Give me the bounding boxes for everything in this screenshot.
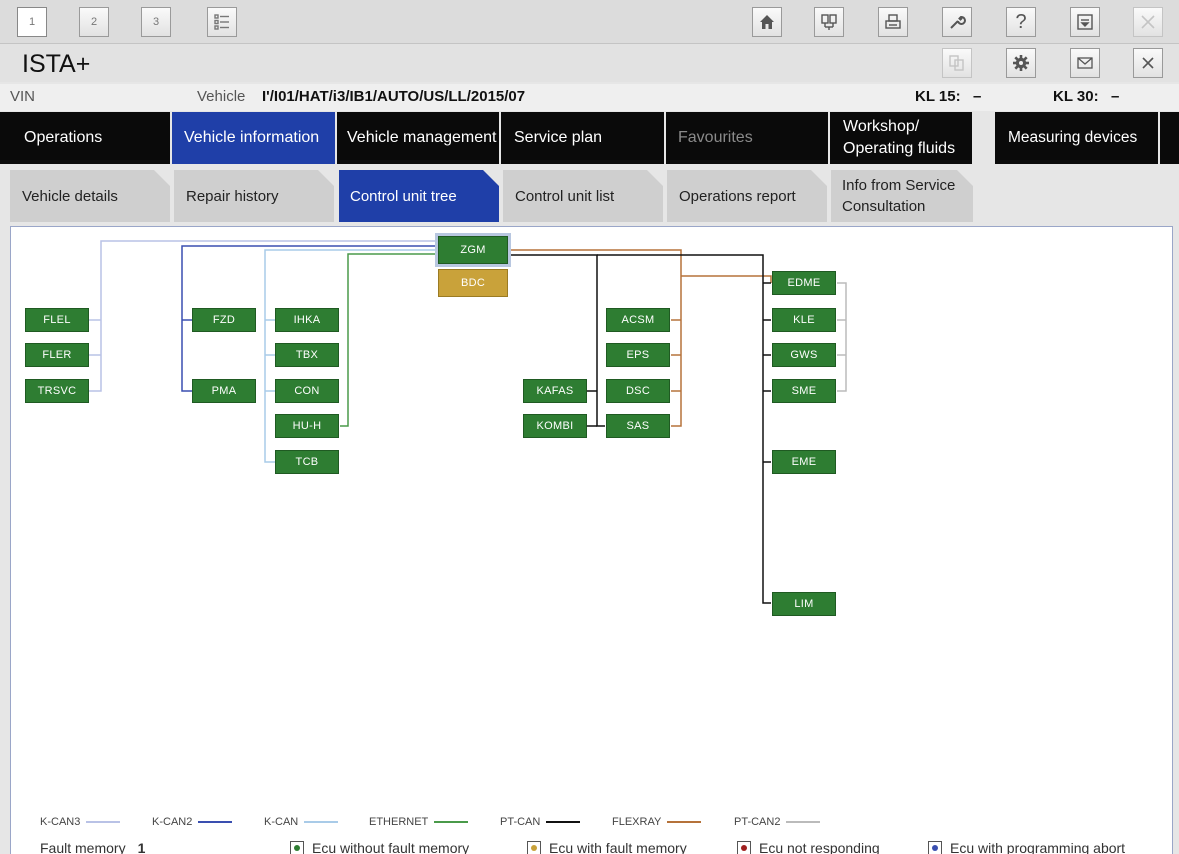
ecu-kombi[interactable]: KOMBI — [523, 414, 587, 438]
ecu-trsvc[interactable]: TRSVC — [25, 379, 89, 403]
ecu-ihka[interactable]: IHKA — [275, 308, 339, 332]
kl15-value: – — [973, 88, 982, 105]
bus-lines — [89, 240, 847, 604]
nav-overflow — [1160, 112, 1179, 164]
tab-vehicle-details[interactable]: Vehicle details — [10, 170, 170, 222]
legend-ptcan: PT-CAN — [500, 816, 581, 828]
bus-ethernet-line — [340, 253, 436, 427]
kl30-label: KL 30: — [1053, 88, 1099, 105]
ecu-acsm[interactable]: ACSM — [606, 308, 670, 332]
tab-repair-history[interactable]: Repair history — [174, 170, 334, 222]
wrench-icon[interactable] — [942, 7, 972, 37]
ecu-pma[interactable]: PMA — [192, 379, 256, 403]
gear-icon[interactable] — [1006, 48, 1036, 78]
nav-measuring-devices[interactable]: Measuring devices — [995, 112, 1158, 164]
ecu-con[interactable]: CON — [275, 379, 339, 403]
close-icon[interactable] — [1133, 48, 1163, 78]
ista-window: 1 2 3 ? ISTA+ VIN Vehicle I'/I01/HAT/i3/… — [0, 0, 1179, 854]
tab-service-consultation[interactable]: Info from Service Consultation — [831, 170, 973, 222]
bus-flexray-powertrain — [681, 275, 772, 283]
ecu-fler[interactable]: FLER — [25, 343, 89, 367]
ecu-fzd[interactable]: FZD — [192, 308, 256, 332]
session-tab-3[interactable]: 3 — [141, 7, 171, 37]
ecu-sme[interactable]: SME — [772, 379, 836, 403]
status-not-responding: Ecu not responding — [737, 840, 880, 854]
ecu-kle[interactable]: KLE — [772, 308, 836, 332]
ecu-eps[interactable]: EPS — [606, 343, 670, 367]
ecu-tcb[interactable]: TCB — [275, 450, 339, 474]
vehicle-info-bar: VIN Vehicle I'/I01/HAT/i3/IB1/AUTO/US/LL… — [0, 84, 1179, 111]
ecu-dsc[interactable]: DSC — [606, 379, 670, 403]
app-title: ISTA+ — [22, 50, 91, 78]
tab-control-unit-tree[interactable]: Control unit tree — [339, 170, 499, 222]
ecu-sas[interactable]: SAS — [606, 414, 670, 438]
legend-kcan: K-CAN — [264, 816, 339, 828]
ecu-bdc[interactable]: BDC — [438, 269, 508, 297]
ecu-gws[interactable]: GWS — [772, 343, 836, 367]
ecu-tbx[interactable]: TBX — [275, 343, 339, 367]
tab-operations-report[interactable]: Operations report — [667, 170, 827, 222]
sub-tabs: Vehicle details Repair history Control u… — [0, 170, 1179, 222]
fault-memory-label: Fault memory — [40, 840, 126, 854]
home-icon[interactable] — [752, 7, 782, 37]
copy-disabled-icon — [942, 48, 972, 78]
status-no-fault: Ecu without fault memory — [290, 840, 469, 854]
vehicle-label: Vehicle — [197, 88, 246, 105]
nav-favourites[interactable]: Favourites — [666, 112, 828, 164]
help-icon[interactable]: ? — [1006, 7, 1036, 37]
nav-service-plan[interactable]: Service plan — [501, 112, 664, 164]
nav-workshop-fluids[interactable]: Workshop/ Operating fluids — [830, 112, 972, 164]
top-toolbar: 1 2 3 ? — [0, 0, 1179, 44]
legend-flexray: FLEXRAY — [612, 816, 702, 828]
main-navigation: Operations Vehicle information Vehicle m… — [0, 112, 1179, 164]
ecu-flel[interactable]: FLEL — [25, 308, 89, 332]
status-with-fault: Ecu with fault memory — [527, 840, 687, 854]
ecu-hu-h[interactable]: HU-H — [275, 414, 339, 438]
kl15-label: KL 15: — [915, 88, 961, 105]
session-tab-2[interactable]: 2 — [79, 7, 109, 37]
legend-ethernet: ETHERNET — [369, 816, 469, 828]
title-bar: ISTA+ — [0, 44, 1179, 82]
nav-vehicle-management[interactable]: Vehicle management — [337, 112, 499, 164]
ecu-kafas[interactable]: KAFAS — [523, 379, 587, 403]
close-disabled-icon — [1133, 7, 1163, 37]
ecu-edme[interactable]: EDME — [772, 271, 836, 295]
ecu-zgm[interactable]: ZGM — [438, 236, 508, 264]
legend-kcan3: K-CAN3 — [40, 816, 121, 828]
vin-label: VIN — [10, 88, 36, 105]
legend-kcan2: K-CAN2 — [152, 816, 233, 828]
legend-ptcan2: PT-CAN2 — [734, 816, 821, 828]
session-tab-1[interactable]: 1 — [17, 7, 47, 37]
ecu-eme[interactable]: EME — [772, 450, 836, 474]
kl30-value: – — [1111, 88, 1120, 105]
fault-memory-value: 1 — [137, 840, 146, 854]
vehicle-value: I'/I01/HAT/i3/IB1/AUTO/US/LL/2015/07 — [262, 88, 526, 105]
list-icon[interactable] — [207, 7, 237, 37]
tab-control-unit-list[interactable]: Control unit list — [503, 170, 663, 222]
minimize-icon[interactable] — [1070, 7, 1100, 37]
connection-icon[interactable] — [814, 7, 844, 37]
bus-ptcan2-line — [837, 282, 847, 392]
print-icon[interactable] — [878, 7, 908, 37]
ecu-lim[interactable]: LIM — [772, 592, 836, 616]
mail-icon[interactable] — [1070, 48, 1100, 78]
nav-operations[interactable]: Operations — [0, 112, 170, 164]
status-programming-abort: Ecu with programming abort — [928, 840, 1125, 854]
nav-vehicle-information[interactable]: Vehicle information — [172, 112, 335, 164]
fault-memory: Fault memory 1 — [40, 840, 145, 854]
bus-kcan3-line — [89, 240, 436, 392]
control-unit-tree: ZGM BDC FLEL FLER TRSVC FZD PMA IHKA TBX… — [10, 226, 1173, 854]
